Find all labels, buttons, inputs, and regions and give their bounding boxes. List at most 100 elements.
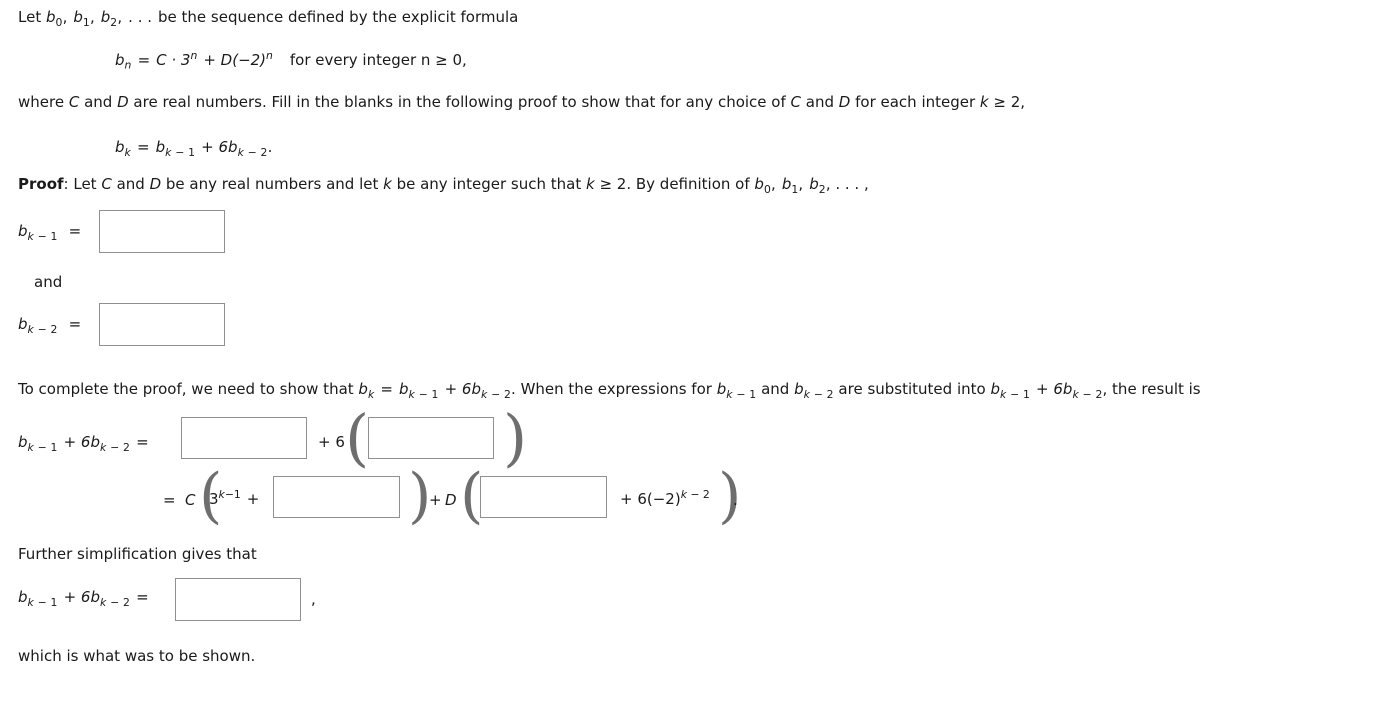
recurrence-sub2-n: 2 xyxy=(260,145,268,159)
intro-sub0: 0 xyxy=(55,15,63,29)
proof-C: C xyxy=(101,175,112,193)
eq1-bkm1-n: 1 xyxy=(50,440,58,454)
completion-bkm1-n: 1 xyxy=(431,387,439,401)
final-bkm2-n: 2 xyxy=(122,595,131,609)
eq1-equals: = xyxy=(136,433,149,451)
close-paren-icon-3: ) xyxy=(718,461,742,531)
answer-input-D-group[interactable] xyxy=(480,476,607,518)
where-D: D xyxy=(117,93,129,111)
proof-D: D xyxy=(149,175,162,193)
blank-1-label: bk − 1 = xyxy=(18,222,81,244)
blank-1-b: b xyxy=(18,222,28,240)
intro-ellipsis: . . . xyxy=(128,8,152,26)
proof-text-2: and xyxy=(111,175,150,193)
formula-exp-2: n xyxy=(266,49,273,62)
final-bkm1-op: − xyxy=(37,595,47,609)
eq2-D: D xyxy=(445,491,457,509)
final-bkm1-n: 1 xyxy=(50,595,58,609)
proof-k: k xyxy=(383,175,392,193)
formula-condition: for every integer n ≥ 0, xyxy=(289,50,467,69)
answer-input-b-k-minus-1[interactable] xyxy=(99,210,225,253)
completion-sub-bkm2-op: − xyxy=(1082,387,1092,401)
completion-sub-6bkm2: + 6b xyxy=(1036,380,1073,398)
blank-1-sub-op: − xyxy=(37,229,47,243)
recurrence-equals: = xyxy=(136,138,150,156)
completion-bkm2-op: − xyxy=(491,387,501,401)
completion-expr-bkm1: b xyxy=(716,380,727,398)
completion-text-5: , the result is xyxy=(1102,380,1201,398)
completion-expr-bkm1-k: k xyxy=(726,387,733,401)
completion-sub-bkm1: b xyxy=(990,380,1000,398)
intro-sub1: 1 xyxy=(82,15,90,29)
formula-equals: = xyxy=(137,50,151,69)
completion-text-2: . When the expressions for xyxy=(511,380,717,398)
eq1-bkm1: b xyxy=(18,433,28,451)
eq2-plus-six-neg-two: + 6(−2) xyxy=(620,489,681,508)
eq1-bkm1-op: − xyxy=(37,440,47,454)
answer-input-expansion-2[interactable] xyxy=(368,417,494,459)
where-C: C xyxy=(68,93,80,111)
completion-bkm1-op: − xyxy=(418,387,428,401)
eq2-period: . xyxy=(733,491,738,509)
completion-bk: b xyxy=(358,380,368,398)
eq2-exp-n: 2 xyxy=(702,488,710,501)
completion-expr-bkm2: b xyxy=(794,380,804,398)
completion-expr-bkm1-op: − xyxy=(736,387,746,401)
completion-6bkm2: + 6b xyxy=(444,380,481,398)
where-and-1: and xyxy=(79,93,118,111)
where-sentence: where C and D are real numbers. Fill in … xyxy=(18,93,1025,111)
eq2-equals: = xyxy=(163,491,176,509)
eq2-three-exp-op: − xyxy=(224,488,234,501)
formula-lhs: b xyxy=(115,50,125,69)
completion-bkm1-k: k xyxy=(408,387,415,401)
intro-sub2: 2 xyxy=(110,15,118,29)
final-bkm2-op: − xyxy=(110,595,120,609)
completion-bk-sub: k xyxy=(367,387,375,401)
where-tail: for each integer xyxy=(850,93,980,111)
where-D-2: D xyxy=(838,93,851,111)
answer-input-C-group[interactable] xyxy=(273,476,400,518)
completion-text-4: are substituted into xyxy=(833,380,991,398)
recurrence-formula: bk = bk − 1 + 6bk − 2. xyxy=(115,138,272,160)
blank-2-b: b xyxy=(18,315,28,333)
eq2-plus-2: + xyxy=(429,491,442,509)
equation-row1-label: bk − 1 + 6bk − 2 = xyxy=(18,433,149,455)
proof-ellipsis: , . . . , xyxy=(825,175,869,193)
eq2-C: C xyxy=(185,491,196,509)
answer-input-expansion-1[interactable] xyxy=(181,417,307,459)
answer-input-final[interactable] xyxy=(175,578,301,621)
recurrence-sub2-op: − xyxy=(247,145,257,159)
proof-b0: b xyxy=(754,175,764,193)
proof-text-3: be any real numbers and let xyxy=(161,175,384,193)
eq2-last-term: + 6(−2)k − 2 xyxy=(620,488,710,508)
closing-sentence: which is what was to be shown. xyxy=(18,647,256,665)
completion-bkm2-n: 2 xyxy=(503,387,512,401)
recurrence-sub1-k: k xyxy=(165,145,172,159)
proof-text-4: be any integer such that xyxy=(391,175,586,193)
completion-bkm1: b xyxy=(398,380,409,398)
blank-2-sub-op: − xyxy=(37,322,47,336)
proof-b1: b xyxy=(781,175,792,193)
proof-label: Proof xyxy=(18,175,64,193)
eq2-three-exp-n: 1 xyxy=(233,488,241,501)
where-and-2: and xyxy=(801,93,839,111)
eq2-three-power: 3k−1 + xyxy=(209,488,260,508)
recurrence-period: . xyxy=(267,138,273,156)
final-comma: , xyxy=(311,590,316,608)
proof-sub1: 1 xyxy=(791,182,799,196)
eq1-bkm2-op: − xyxy=(110,440,120,454)
eq1-bkm2-n: 2 xyxy=(122,440,131,454)
completion-sub-bkm2-n: 2 xyxy=(1095,387,1103,401)
recurrence-lhs: b xyxy=(115,138,125,156)
formula-lhs-sub: n xyxy=(124,58,132,72)
answer-input-b-k-minus-2[interactable] xyxy=(99,303,225,346)
eq1-6bkm2: + 6b xyxy=(63,433,100,451)
where-k: k xyxy=(979,93,989,111)
where-prefix: where xyxy=(18,93,69,111)
formula-rhs-second-term: + D(−2) xyxy=(203,50,267,69)
close-paren-icon: ) xyxy=(503,401,528,474)
intro-sentence: Let b0, b1, b2,. . . be the sequence define… xyxy=(18,8,519,29)
eq2-plus-1: + xyxy=(246,489,260,508)
close-paren-icon-2: ) xyxy=(408,461,432,531)
formula-rhs-first-term: C · 3 xyxy=(156,50,191,69)
